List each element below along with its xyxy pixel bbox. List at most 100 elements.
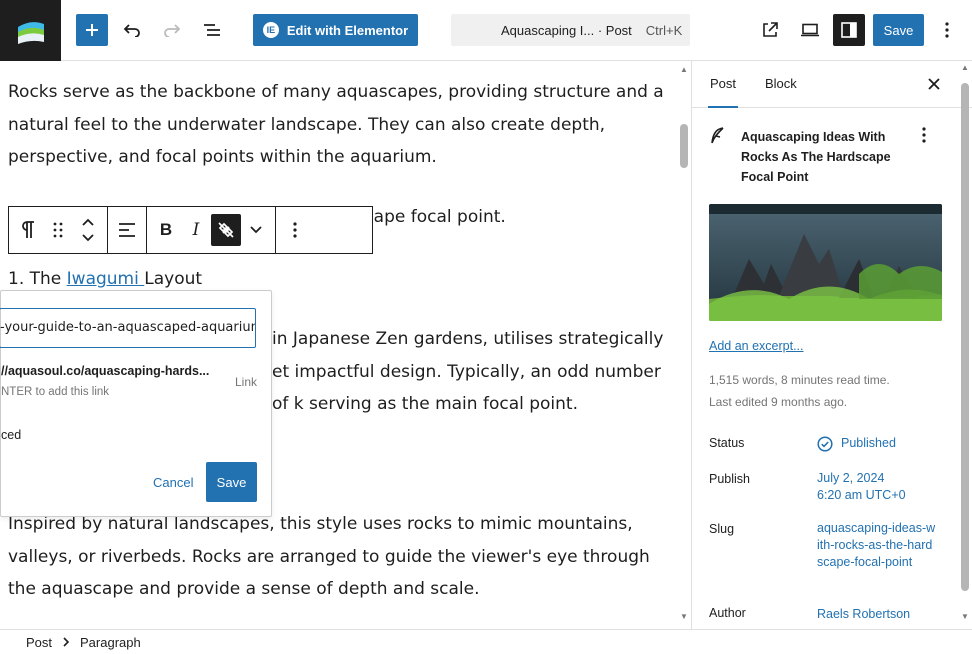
publish-date-button[interactable]: July 2, 2024 6:20 am UTC+0 <box>817 470 906 504</box>
breadcrumb-paragraph[interactable]: Paragraph <box>80 635 141 650</box>
link-button[interactable] <box>211 214 241 246</box>
site-logo[interactable] <box>0 0 61 61</box>
author-label: Author <box>709 606 746 620</box>
scroll-down-arrow-icon[interactable]: ▼ <box>961 612 969 621</box>
publish-time: 6:20 am UTC+0 <box>817 488 906 502</box>
desktop-icon <box>801 23 819 37</box>
link-save-button[interactable]: Save <box>206 462 257 502</box>
view-post-button[interactable] <box>755 14 785 46</box>
drag-handle[interactable] <box>43 214 73 246</box>
command-palette-bar[interactable]: Aquascaping I... · Post Ctrl+K <box>451 14 690 46</box>
publish-date: July 2, 2024 <box>817 471 885 485</box>
block-type-group <box>9 207 108 253</box>
sidebar-scroll-thumb[interactable] <box>961 83 969 591</box>
more-vertical-icon <box>945 22 949 38</box>
sidebar-tabs: Post Block <box>692 61 972 108</box>
elementor-label: Edit with Elementor <box>286 22 409 38</box>
status-value: Published <box>841 436 896 450</box>
align-left-icon <box>119 223 135 237</box>
sidebar-icon <box>841 22 857 38</box>
italic-button[interactable]: I <box>181 214 211 246</box>
link-suggestion-url[interactable]: //aquasoul.co/aquascaping-hards... <box>1 364 209 378</box>
document-title: Aquascaping I... · Post <box>501 22 632 38</box>
settings-sidebar: Post Block Aquascaping Ideas With Rocks … <box>691 61 972 629</box>
editor-canvas[interactable]: Rocks serve as the backbone of many aqua… <box>0 61 691 629</box>
undo-button[interactable] <box>117 14 147 46</box>
featured-image[interactable] <box>709 204 942 321</box>
edit-with-elementor-button[interactable]: IE Edit with Elementor <box>253 14 418 46</box>
scroll-up-arrow-icon[interactable]: ▲ <box>961 63 969 72</box>
link-suggestion-type: Link <box>235 375 258 389</box>
link-popover: -your-guide-to-an-aquascaped-aquarium/ /… <box>0 290 272 517</box>
block-toolbar: B I <box>8 206 373 254</box>
advanced-toggle[interactable]: ced <box>1 428 21 442</box>
block-inserter-button[interactable] <box>76 14 108 46</box>
list-suffix: Layout <box>144 269 203 289</box>
canvas-scroll-thumb[interactable] <box>680 124 688 168</box>
block-options-button[interactable] <box>280 214 310 246</box>
more-vertical-icon <box>922 127 926 143</box>
paragraph-block[interactable]: in Japanese Zen gardens, utilises strate… <box>272 323 672 421</box>
options-group <box>276 207 314 253</box>
undo-icon <box>123 24 140 37</box>
paragraph-block[interactable]: Inspired by natural landscapes, this sty… <box>8 508 678 606</box>
breadcrumb: Post Paragraph <box>0 629 972 654</box>
bold-button[interactable]: B <box>151 214 181 246</box>
save-button[interactable]: Save <box>873 14 924 46</box>
link-cancel-button[interactable]: Cancel <box>153 475 193 490</box>
chevron-right-icon <box>63 637 70 647</box>
more-vertical-icon <box>293 222 297 238</box>
scroll-up-arrow-icon[interactable]: ▲ <box>680 65 688 74</box>
italic-icon: I <box>192 220 200 240</box>
settings-toggle-button[interactable] <box>833 14 865 46</box>
canvas-scrollbar[interactable]: ▲ ▼ <box>678 61 691 629</box>
list-view-icon <box>204 24 220 36</box>
align-text-button[interactable] <box>112 214 142 246</box>
sidebar-scrollbar[interactable]: ▲ ▼ <box>958 61 972 629</box>
post-type-icon <box>710 127 724 150</box>
post-title: Aquascaping Ideas With Rocks As The Hard… <box>741 130 891 184</box>
document-overview-button[interactable] <box>197 14 227 46</box>
quill-icon <box>711 127 724 144</box>
slug-label: Slug <box>709 522 735 536</box>
iwagumi-link[interactable]: Iwagumi <box>67 269 145 289</box>
redo-button[interactable] <box>157 14 187 46</box>
unlink-icon <box>218 222 234 238</box>
slug-value[interactable]: aquascaping-ideas-with-rocks-as-the-hard… <box>817 520 937 571</box>
elementor-icon: IE <box>262 22 279 38</box>
status-value-button[interactable]: Published <box>817 435 896 452</box>
paragraph-block[interactable]: Rocks serve as the backbone of many aqua… <box>8 76 673 174</box>
word-count: 1,515 words, 8 minutes read time. <box>709 373 890 387</box>
link-suggestion-hint: NTER to add this link <box>1 386 110 398</box>
more-formats-button[interactable] <box>241 214 271 246</box>
chevron-down-icon <box>250 226 262 234</box>
author-value[interactable]: Raels Robertson <box>817 606 910 623</box>
align-group <box>108 207 147 253</box>
preview-button[interactable] <box>795 14 825 46</box>
chevron-up-down-icon <box>82 218 94 242</box>
editor-header: IE Edit with Elementor Aquascaping I... … <box>0 0 972 61</box>
drag-icon <box>53 222 63 238</box>
aquarium-image <box>709 204 942 321</box>
bold-icon: B <box>159 220 173 239</box>
link-url-input[interactable]: -your-guide-to-an-aquascaped-aquarium/ <box>0 308 256 348</box>
post-actions-button[interactable] <box>922 127 926 148</box>
options-menu-button[interactable] <box>935 14 959 46</box>
close-icon <box>928 78 940 90</box>
tab-post[interactable]: Post <box>708 61 739 108</box>
plus-icon <box>86 24 98 36</box>
redo-icon <box>164 24 181 37</box>
move-up-down-button[interactable] <box>73 214 103 246</box>
site-logo-icon <box>17 21 44 44</box>
status-label: Status <box>709 436 745 450</box>
command-shortcut: Ctrl+K <box>645 22 683 38</box>
breadcrumb-post[interactable]: Post <box>26 635 52 650</box>
tab-block[interactable]: Block <box>765 61 797 108</box>
external-link-icon <box>763 22 778 37</box>
published-check-icon <box>817 435 833 452</box>
scroll-down-arrow-icon[interactable]: ▼ <box>680 612 688 621</box>
list-prefix: 1. The <box>8 269 67 289</box>
add-excerpt-link[interactable]: Add an excerpt... <box>709 339 804 353</box>
paragraph-type-button[interactable] <box>13 214 43 246</box>
close-sidebar-button[interactable] <box>924 74 944 94</box>
